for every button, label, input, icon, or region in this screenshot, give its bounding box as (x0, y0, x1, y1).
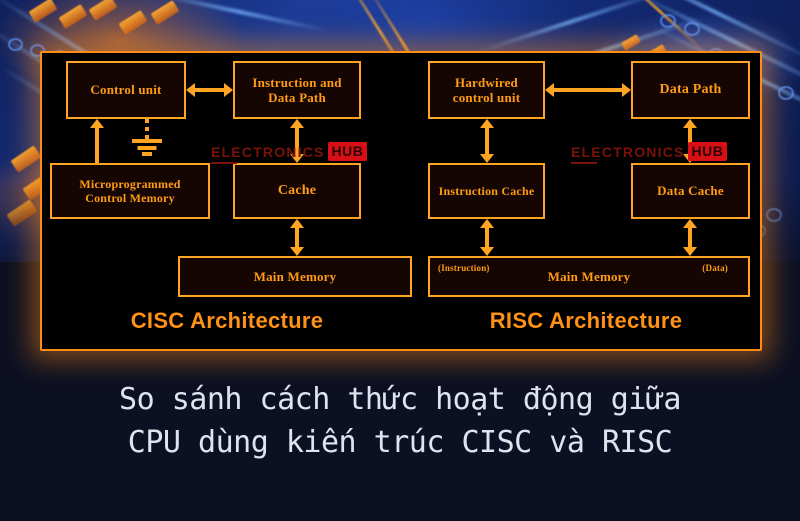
caption-line-2: CPU dùng kiến trúc CISC và RISC (127, 425, 673, 460)
watermark-text: ELECTRONICS (571, 143, 685, 160)
risc-arrow-hcu-instructioncache (478, 119, 496, 163)
arrow-head-down-icon (290, 247, 304, 256)
risc-node-data-path: Data Path (631, 61, 750, 119)
arrow-head-up-icon (683, 219, 697, 228)
arrow-head-up-icon (90, 119, 104, 128)
watermark-text: ELECTRONICS (211, 143, 325, 160)
risc-node-instruction-cache: Instruction Cache (428, 163, 545, 219)
risc-hcu-label-line2: control unit (452, 90, 521, 105)
cisc-arrow-datapath-cache (288, 119, 306, 163)
risc-arrow-instructioncache-mainmemory (478, 219, 496, 256)
poster-image: Control unit Instruction and Data Path M… (0, 0, 800, 521)
cisc-ground-symbol-icon (130, 119, 164, 156)
arrow-head-up-icon (290, 119, 304, 128)
arrow-head-right-icon (622, 83, 631, 97)
arrow-head-down-icon (683, 154, 697, 163)
cisc-arrow-cache-mainmemory (288, 219, 306, 256)
watermark-electronics-hub: ELECTRONICS HUB (571, 142, 728, 164)
arrow-head-up-icon (683, 119, 697, 128)
arrow-head-up-icon (290, 219, 304, 228)
arrow-head-down-icon (480, 154, 494, 163)
risc-title-text: RISC Architecture (489, 308, 683, 333)
cisc-node-control-unit: Control unit (66, 61, 186, 119)
caption-block: So sánh cách thức hoạt động giữa CPU dùn… (0, 378, 800, 464)
risc-node-data-cache: Data Cache (631, 163, 750, 219)
cisc-cache-label: Cache (277, 182, 317, 198)
arrow-head-left-icon (545, 83, 554, 97)
risc-arrow-controlunit-datapath (545, 81, 631, 99)
cisc-node-microprogrammed-control-memory: Microprogrammed Control Memory (50, 163, 210, 219)
arrow-head-down-icon (683, 247, 697, 256)
cisc-node-cache: Cache (233, 163, 361, 219)
risc-hcu-label-line1: Hardwired (455, 74, 518, 90)
risc-data-cache-label: Data Cache (657, 183, 724, 199)
watermark-badge: HUB (327, 142, 368, 161)
cisc-node-instruction-and-data-path: Instruction and Data Path (233, 61, 361, 119)
cisc-node-main-memory: Main Memory (178, 256, 412, 297)
risc-main-memory-label: Main Memory (547, 268, 631, 284)
risc-arrow-datacache-mainmemory (681, 219, 699, 256)
cisc-main-memory-label: Main Memory (253, 268, 337, 284)
arrow-head-down-icon (290, 154, 304, 163)
risc-main-memory-instruction-tag: (Instruction) (438, 263, 490, 273)
arrow-head-right-icon (224, 83, 233, 97)
risc-instruction-cache-label: Instruction Cache (438, 183, 535, 198)
risc-node-hardwired-control-unit: Hardwired control unit (428, 61, 545, 119)
cisc-idp-label-line2: Data Path (268, 90, 326, 105)
watermark-underline (571, 162, 597, 164)
cisc-mcm-label-line2: Control Memory (85, 191, 175, 205)
risc-arrow-datapath-datacache (681, 119, 699, 163)
cisc-idp-label-line1: Instruction and (252, 74, 342, 90)
cisc-architecture-title: CISC Architecture (42, 308, 412, 334)
risc-data-path-label: Data Path (659, 81, 722, 97)
cisc-arrow-mcm-to-controlunit (88, 119, 106, 163)
caption-line-1: So sánh cách thức hoạt động giữa (119, 382, 681, 417)
risc-architecture-title: RISC Architecture (412, 308, 760, 334)
arrow-head-up-icon (480, 219, 494, 228)
cisc-mcm-label-line1: Microprogrammed (79, 176, 181, 191)
cisc-arrow-controlunit-datapath (186, 81, 233, 99)
risc-main-memory-data-tag: (Data) (702, 263, 728, 273)
architecture-diagram-panel: Control unit Instruction and Data Path M… (42, 53, 760, 349)
risc-node-main-memory: Main Memory (Instruction) (Data) (428, 256, 750, 297)
arrow-head-up-icon (480, 119, 494, 128)
arrow-head-left-icon (186, 83, 195, 97)
cisc-title-text: CISC Architecture (130, 308, 324, 333)
arrow-head-down-icon (480, 247, 494, 256)
cisc-control-unit-label: Control unit (90, 82, 162, 98)
